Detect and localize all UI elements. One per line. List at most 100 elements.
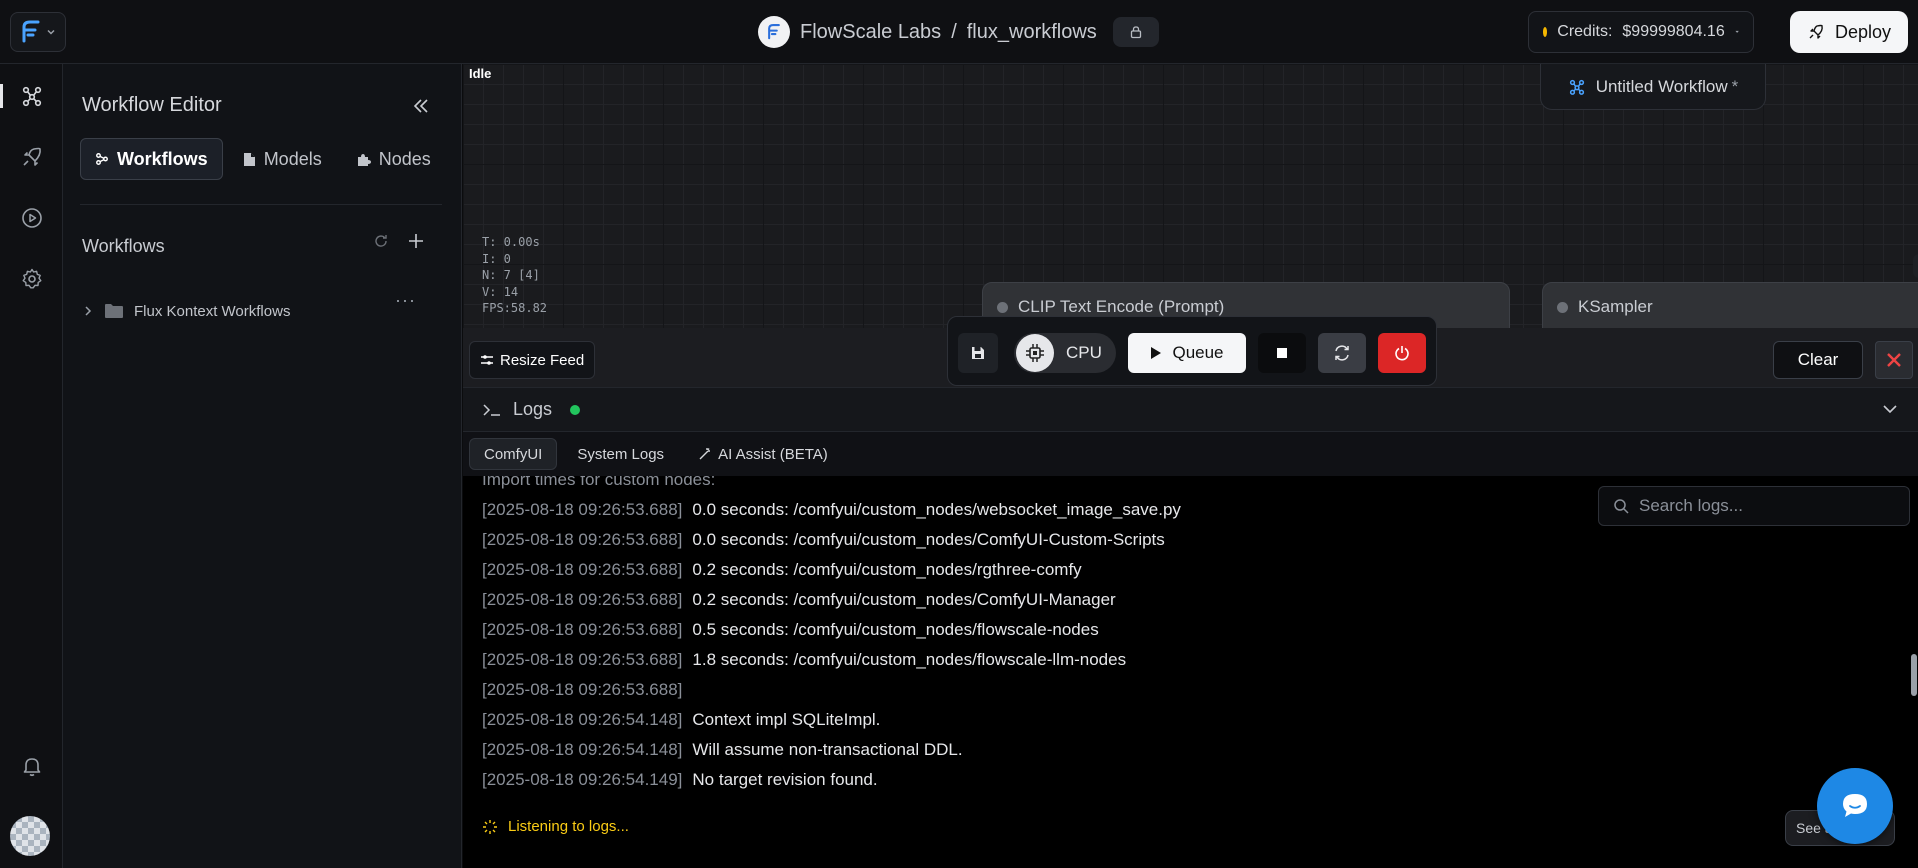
workflow-canvas[interactable]: Idle Untitled Workflow * T: 0.00s I: 0 N… bbox=[463, 64, 1918, 328]
spinner-icon bbox=[483, 819, 497, 834]
credits-dropdown[interactable]: Credits: $99999804.16 bbox=[1528, 11, 1754, 53]
clear-button[interactable]: Clear bbox=[1773, 341, 1863, 379]
lock-icon bbox=[1130, 26, 1141, 39]
divider bbox=[80, 204, 442, 205]
caret-down-icon bbox=[1735, 30, 1739, 33]
queue-button[interactable]: Queue bbox=[1128, 333, 1246, 373]
deploy-button[interactable]: Deploy bbox=[1790, 11, 1908, 53]
avatar[interactable] bbox=[10, 816, 50, 856]
rail-item-settings[interactable] bbox=[0, 257, 63, 301]
power-button[interactable] bbox=[1378, 333, 1426, 373]
scrollbar-thumb[interactable] bbox=[1911, 654, 1917, 696]
log-line: [2025-08-18 09:26:53.688] 0.0 seconds: /c… bbox=[482, 530, 1165, 550]
workflows-actions bbox=[373, 232, 425, 250]
rail-item-runs[interactable] bbox=[0, 196, 63, 240]
device-toggle[interactable]: CPU bbox=[1014, 333, 1116, 373]
workflow-title-tab[interactable]: Untitled Workflow * bbox=[1540, 64, 1766, 110]
log-timestamp: [2025-08-18 09:26:53.688] bbox=[482, 680, 683, 699]
log-line: [2025-08-18 09:26:54.148] Will assume non… bbox=[482, 740, 963, 760]
log-message: 0.0 seconds: /comfyui/custom_nodes/Comfy… bbox=[692, 530, 1165, 549]
refresh-button[interactable] bbox=[1318, 333, 1366, 373]
power-icon bbox=[1395, 346, 1409, 361]
tab-comfyui[interactable]: ComfyUI bbox=[469, 438, 558, 470]
org-logo-icon bbox=[758, 16, 790, 48]
node-title: CLIP Text Encode (Prompt) bbox=[1018, 297, 1225, 316]
queue-status: Idle bbox=[469, 66, 492, 81]
deploy-label: Deploy bbox=[1834, 21, 1892, 42]
tab-nodes[interactable]: Nodes bbox=[342, 138, 445, 180]
control-strip: Resize Feed CPU Queue Clear bbox=[463, 316, 1918, 388]
workflow-title: Untitled Workflow bbox=[1595, 76, 1728, 96]
log-line: [2025-08-18 09:26:54.148] Context impl SQ… bbox=[482, 710, 880, 730]
node-id-badge: #6 ▼ bbox=[1913, 254, 1918, 278]
icon-rail bbox=[0, 64, 63, 868]
collapse-panel-button[interactable] bbox=[409, 94, 433, 118]
chevrons-left-icon bbox=[413, 99, 428, 113]
play-icon bbox=[1151, 347, 1162, 359]
sliders-icon bbox=[481, 355, 493, 365]
log-output[interactable]: Import times for custom nodes: [2025-08-… bbox=[463, 476, 1918, 868]
log-message: 0.5 seconds: /comfyui/custom_nodes/flows… bbox=[692, 620, 1099, 639]
chevron-right-icon[interactable] bbox=[82, 305, 94, 317]
log-line: [2025-08-18 09:26:53.688] 0.0 seconds: /c… bbox=[482, 500, 1181, 520]
rail-item-workflows[interactable] bbox=[0, 74, 63, 118]
tab-system-logs[interactable]: System Logs bbox=[563, 438, 678, 470]
listening-status: Listening to logs... bbox=[482, 818, 629, 835]
app-switcher-button[interactable] bbox=[10, 12, 66, 52]
breadcrumb: FlowScale Labs / flux_workflows bbox=[758, 14, 1159, 50]
node-ksampler[interactable]: KSampler bbox=[1542, 282, 1918, 328]
magic-wand-icon bbox=[699, 448, 711, 460]
tab-models[interactable]: Models bbox=[229, 138, 336, 180]
log-message: 1.8 seconds: /comfyui/custom_nodes/flows… bbox=[692, 650, 1127, 669]
log-line-partial: Import times for custom nodes: bbox=[482, 476, 716, 489]
log-message: 0.2 seconds: /comfyui/custom_nodes/rgthr… bbox=[692, 560, 1082, 579]
gear-icon bbox=[22, 268, 41, 289]
play-circle-icon bbox=[21, 208, 42, 228]
stat-nodes: N: 7 [4] bbox=[482, 268, 540, 282]
bell-icon bbox=[23, 758, 40, 777]
tab-ai-assist-label: AI Assist (BETA) bbox=[718, 445, 828, 463]
resize-feed-button[interactable]: Resize Feed bbox=[469, 341, 596, 379]
breadcrumb-org[interactable]: FlowScale Labs bbox=[800, 21, 941, 44]
folder-item[interactable]: Flux Kontext Workflows bbox=[82, 294, 442, 328]
notifications-button[interactable] bbox=[0, 744, 63, 788]
credits-status-dot bbox=[1543, 27, 1548, 37]
resize-feed-label: Resize Feed bbox=[500, 351, 585, 369]
log-line: [2025-08-18 09:26:53.688] bbox=[482, 680, 692, 700]
chevron-down-icon bbox=[47, 29, 55, 35]
flowscale-logo-icon bbox=[22, 20, 40, 43]
save-button[interactable] bbox=[958, 333, 998, 373]
canvas-stats: T: 0.00s I: 0 N: 7 [4] V: 14 FPS:58.82 bbox=[482, 234, 547, 317]
log-timestamp: [2025-08-18 09:26:54.148] bbox=[482, 710, 683, 729]
puzzle-icon bbox=[357, 153, 371, 166]
log-message: 0.2 seconds: /comfyui/custom_nodes/Comfy… bbox=[692, 590, 1116, 609]
search-logs-input[interactable]: Search logs... bbox=[1598, 486, 1910, 526]
close-button[interactable] bbox=[1875, 341, 1913, 379]
log-timestamp: [2025-08-18 09:26:53.688] bbox=[482, 530, 683, 549]
tab-workflows[interactable]: Workflows bbox=[80, 138, 223, 180]
panel-tabs: Workflows Models Nodes bbox=[80, 138, 442, 180]
credits-value: $99999804.16 bbox=[1622, 23, 1725, 40]
document-icon bbox=[243, 152, 255, 166]
tab-models-label: Models bbox=[263, 148, 322, 169]
queue-control-bar: CPU Queue bbox=[947, 316, 1437, 386]
tab-workflows-label: Workflows bbox=[117, 148, 208, 169]
more-options-icon[interactable]: ··· bbox=[395, 290, 416, 311]
workflows-section-title: Workflows bbox=[82, 236, 165, 256]
rocket-icon bbox=[1809, 24, 1823, 39]
connection-status-dot bbox=[570, 404, 581, 415]
plus-icon[interactable] bbox=[407, 232, 425, 250]
chat-support-button[interactable] bbox=[1817, 768, 1893, 844]
rail-item-deploy[interactable] bbox=[0, 135, 63, 179]
chevron-down-icon[interactable] bbox=[1881, 400, 1899, 418]
log-message: Context impl SQLiteImpl. bbox=[692, 710, 881, 729]
breadcrumb-project[interactable]: flux_workflows bbox=[967, 21, 1097, 44]
log-line: [2025-08-18 09:26:53.688] 0.2 seconds: /c… bbox=[482, 560, 1082, 580]
workflow-icon bbox=[22, 86, 41, 107]
refresh-icon[interactable] bbox=[373, 233, 389, 249]
stop-button[interactable] bbox=[1258, 333, 1306, 373]
logs-header[interactable]: Logs bbox=[463, 388, 1918, 432]
lock-button[interactable] bbox=[1112, 17, 1159, 47]
save-icon bbox=[972, 347, 984, 359]
tab-ai-assist[interactable]: AI Assist (BETA) bbox=[684, 438, 842, 470]
